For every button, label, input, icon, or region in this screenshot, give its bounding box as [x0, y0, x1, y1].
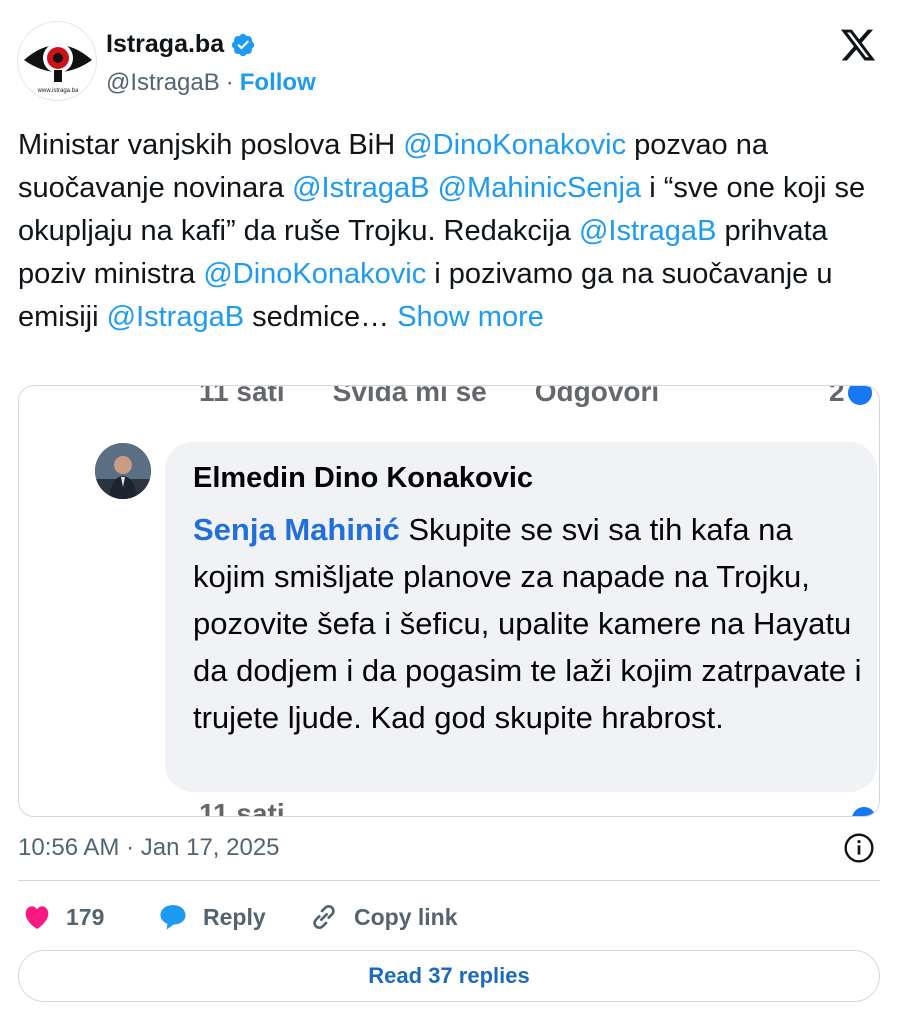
like-count: 179	[66, 903, 105, 930]
heart-icon	[25, 906, 49, 929]
mention-link[interactable]: @DinoKonakovic	[403, 129, 626, 161]
author-name[interactable]: Istraga.ba	[106, 30, 224, 59]
mention-link[interactable]: @MahinicSenja	[438, 172, 642, 204]
mention-link[interactable]: @IstragaB	[107, 301, 244, 333]
tweet-timestamp[interactable]: 10:56 AM · Jan 17, 2025	[18, 834, 280, 862]
copy-link-label: Copy link	[354, 903, 458, 930]
verified-badge-icon	[232, 33, 255, 56]
fb-like-reaction-icon-bottom	[849, 804, 879, 816]
mention-link[interactable]: @IstragaB	[292, 172, 429, 204]
author-name-row[interactable]: Istraga.ba	[106, 30, 256, 59]
fb-comment-author: Elmedin Dino Konakovic	[193, 462, 533, 494]
fb-like-reaction-icon	[845, 386, 875, 408]
reply-bubble-icon	[160, 905, 186, 930]
tweet-text-segment: Ministar vanjskih poslova BiH	[18, 129, 404, 161]
avatar-caption: www.istraga.ba	[37, 88, 79, 94]
author-handle[interactable]: @IstragaB	[106, 69, 220, 97]
divider	[18, 880, 880, 881]
fb-commenter-avatar	[95, 443, 151, 499]
fb-time-label: 11 sati	[199, 385, 285, 407]
read-replies-button[interactable]: Read 37 replies	[18, 950, 880, 1002]
fb-like-label: Sviđa mi se	[332, 385, 487, 407]
show-more-link[interactable]: Show more	[397, 301, 544, 333]
separator-dot: ·	[225, 69, 234, 96]
copy-link-button[interactable]: Copy link	[308, 900, 458, 934]
like-button[interactable]: 179	[22, 900, 104, 934]
reply-label: Reply	[203, 903, 266, 930]
fb-reply-label: Odgovori	[534, 385, 660, 407]
follow-button[interactable]: Follow	[240, 69, 316, 97]
info-icon[interactable]	[843, 832, 875, 864]
attached-image[interactable]: 11 sati Sviđa mi se Odgovori 2 Elmedin D…	[18, 385, 880, 817]
fb-comment-actions-bottom: 11 sati	[199, 798, 285, 817]
tweet-text: Ministar vanjskih poslova BiH @DinoKonak…	[18, 124, 880, 339]
fb-comment-actions-top: 11 sati Sviđa mi se Odgovori 2	[199, 385, 845, 408]
fb-reaction-count: 2	[829, 385, 845, 407]
reply-button[interactable]: Reply	[157, 900, 266, 934]
tweet-text-segment	[430, 172, 438, 204]
fb-comment-text: Senja Mahinić Skupite se svi sa tih kafa…	[193, 506, 873, 741]
person-photo-icon	[95, 443, 151, 499]
istraga-logo-icon: www.istraga.ba	[24, 43, 92, 94]
author-handle-row: @IstragaB · Follow	[106, 69, 316, 97]
mention-link[interactable]: @IstragaB	[579, 215, 716, 247]
tweet-text-segment: sedmice…	[244, 301, 398, 333]
fb-comment-tag: Senja Mahinić	[193, 512, 400, 547]
fb-time-label-bottom: 11 sati	[199, 798, 285, 817]
mention-link[interactable]: @DinoKonakovic	[203, 258, 426, 290]
tweet-embed: www.istraga.ba Istraga.ba @IstragaB · Fo…	[0, 0, 901, 1024]
fb-comment-bubble: Elmedin Dino Konakovic Senja Mahinić Sku…	[165, 442, 877, 792]
author-avatar[interactable]: www.istraga.ba	[17, 21, 97, 101]
x-logo-icon[interactable]	[838, 26, 878, 64]
link-icon	[313, 904, 335, 930]
